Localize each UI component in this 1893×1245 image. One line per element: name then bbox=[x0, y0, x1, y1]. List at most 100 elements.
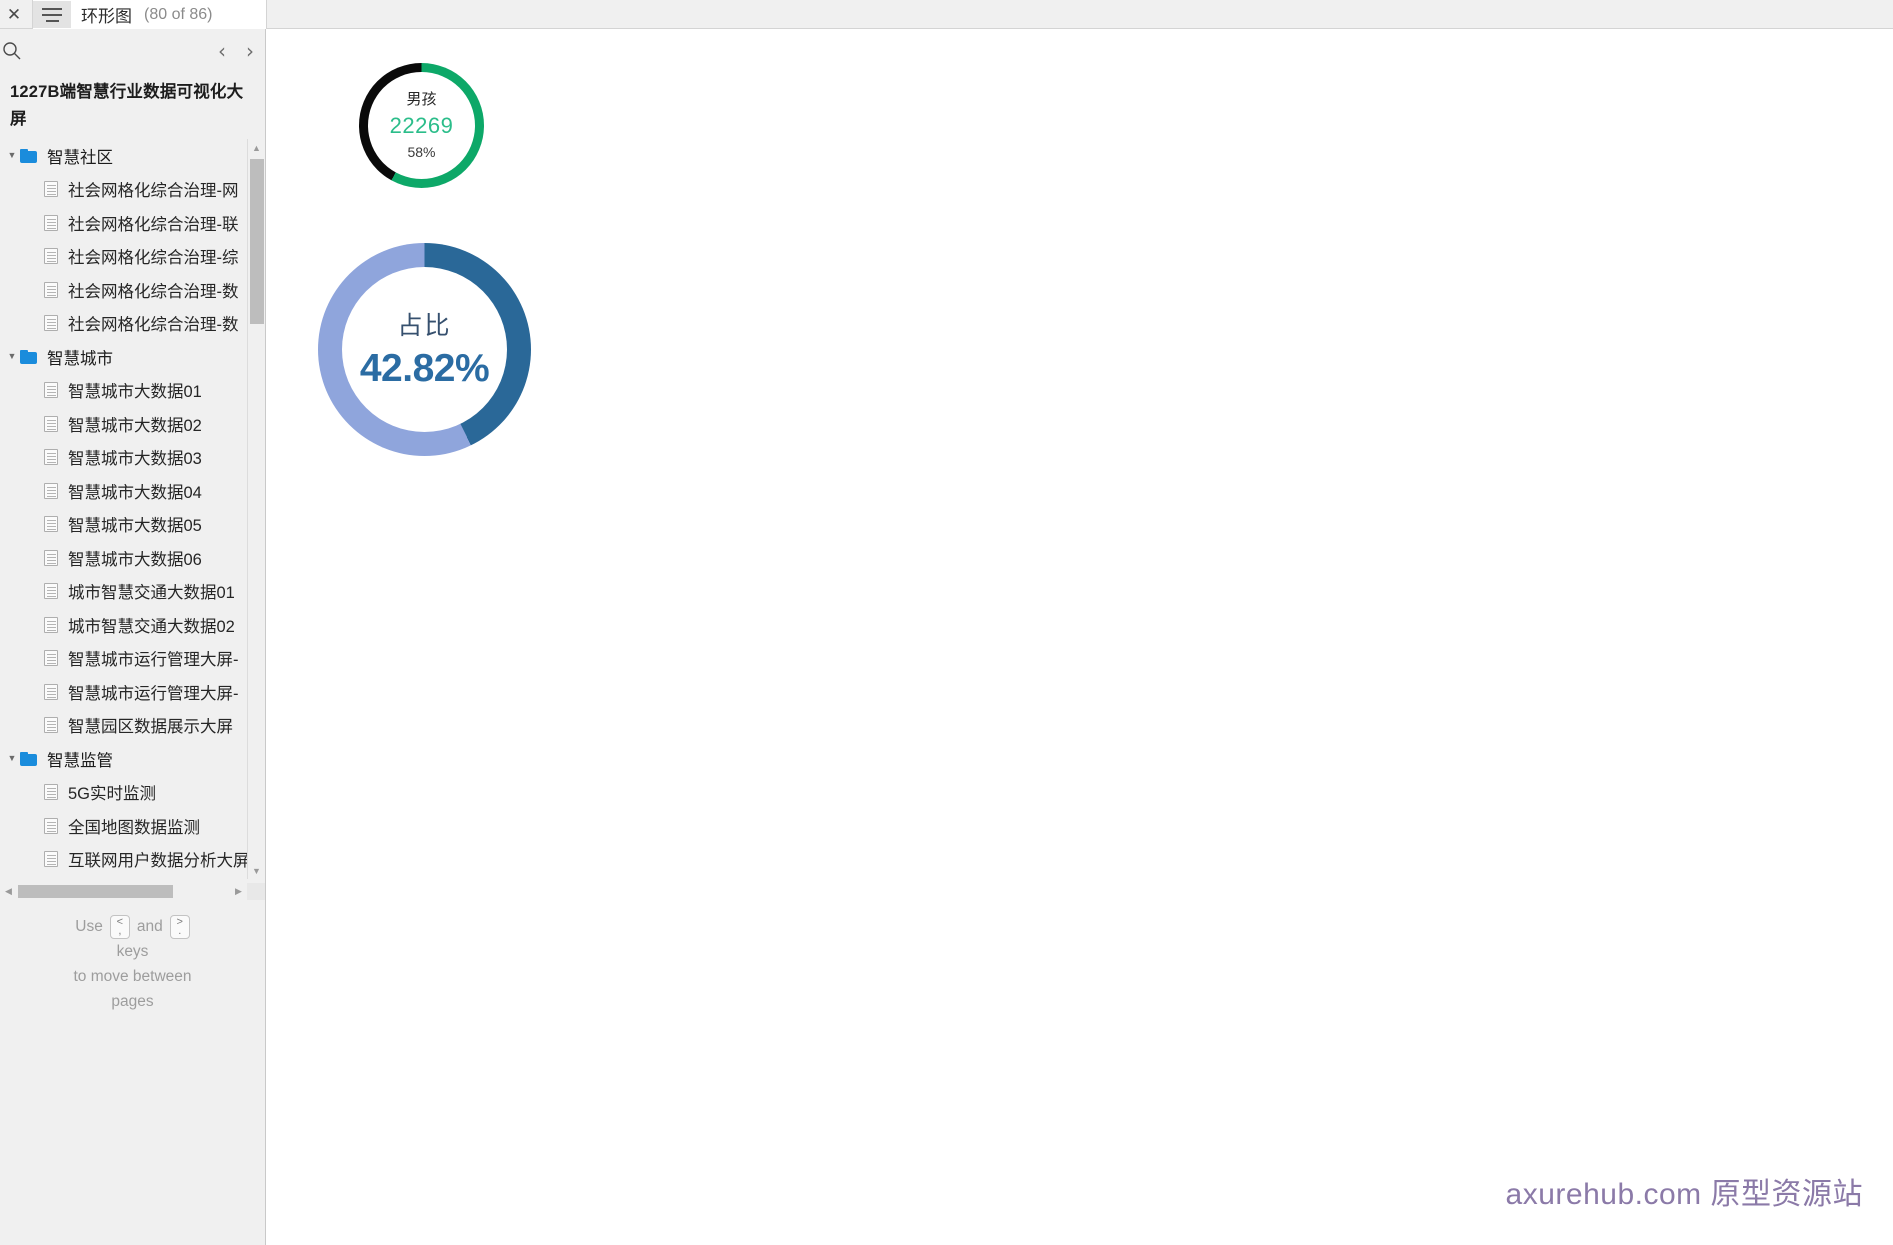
tree-page-label: 智慧城市大数据04 bbox=[68, 483, 202, 502]
page-icon bbox=[44, 516, 58, 533]
tree-page-label: 城市智慧交通大数据01 bbox=[68, 584, 235, 603]
next-page-button[interactable]: › bbox=[238, 38, 262, 64]
tree-page-label: 全国地图数据监测 bbox=[68, 818, 200, 837]
page-tab[interactable]: 环形图 (80 of 86) bbox=[32, 0, 267, 29]
tree-page-row[interactable]: 智慧城市大数据05 bbox=[0, 508, 265, 542]
tree-page-row[interactable]: 5G实时监测 bbox=[0, 776, 265, 810]
tree-page-row[interactable]: 社会网格化综合治理-综 bbox=[0, 240, 265, 274]
folder-icon bbox=[20, 751, 37, 766]
hint-keys-text: keys bbox=[116, 943, 149, 960]
key-prev-bottom: , bbox=[118, 924, 122, 937]
tree-page-row[interactable]: 互联网用户数据分析大屏 bbox=[0, 843, 265, 877]
key-next-bottom: . bbox=[178, 924, 182, 937]
page-tree[interactable]: ▼ 智慧社区 社会网格化综合治理-网 社会网格化综合治理-联 社会网格化综合治理-综 社会… bbox=[0, 139, 265, 879]
chevron-down-icon[interactable]: ▼ bbox=[4, 352, 20, 361]
tree-page-label: 城市智慧交通大数据02 bbox=[68, 617, 235, 636]
page-icon bbox=[44, 717, 58, 734]
tree-vertical-scroll-thumb[interactable] bbox=[250, 159, 264, 324]
page-icon bbox=[44, 382, 58, 399]
tree-folder-row[interactable]: ▼ 智慧监管 bbox=[0, 742, 265, 776]
tree-page-row[interactable]: 全国地图数据监测 bbox=[0, 809, 265, 843]
chevron-down-icon[interactable]: ▼ bbox=[4, 151, 20, 160]
chevron-down-icon[interactable]: ▼ bbox=[4, 754, 20, 763]
scroll-left-icon[interactable]: ◀ bbox=[0, 883, 17, 900]
donut-ratio-ring: 占比 42.82% bbox=[318, 243, 531, 456]
tree-page-label: 5G实时监测 bbox=[68, 785, 157, 804]
hamburger-icon[interactable] bbox=[33, 1, 71, 28]
page-icon bbox=[44, 784, 58, 801]
donut-boys-ring: 男孩 22269 58% bbox=[359, 63, 484, 188]
tree-page-row[interactable]: 城市智慧交通大数据02 bbox=[0, 608, 265, 642]
folder-icon bbox=[20, 349, 37, 364]
window-titlebar: ✕ 环形图 (80 of 86) bbox=[0, 0, 1893, 29]
page-counter: (80 of 86) bbox=[144, 5, 213, 23]
tree-folder-label: 智慧监管 bbox=[47, 751, 113, 770]
tree-page-row[interactable]: 智慧城市大数据02 bbox=[0, 407, 265, 441]
tree-page-label: 智慧城市运行管理大屏- bbox=[68, 684, 239, 703]
folder-icon bbox=[20, 148, 37, 163]
scroll-down-icon[interactable]: ▼ bbox=[248, 862, 265, 879]
tree-page-row[interactable]: 智慧城市大数据06 bbox=[0, 541, 265, 575]
tree-page-row[interactable]: 智慧城市大数据01 bbox=[0, 374, 265, 408]
donut-boys-percent: 58% bbox=[407, 143, 436, 160]
page-icon bbox=[44, 482, 58, 499]
tree-page-label: 互联网用户数据分析大屏 bbox=[68, 852, 250, 871]
keyboard-hint: Use < , and > . keys to move between pag… bbox=[0, 914, 265, 1014]
tree-page-label: 社会网格化综合治理-网 bbox=[68, 182, 239, 201]
tree-page-label: 智慧城市大数据02 bbox=[68, 416, 202, 435]
tree-page-label: 社会网格化综合治理-联 bbox=[68, 215, 239, 234]
scrollbar-corner bbox=[247, 883, 265, 900]
donut-chart-boys: 男孩 22269 58% bbox=[359, 63, 484, 188]
tree-page-row[interactable]: 智慧城市运行管理大屏- bbox=[0, 642, 265, 676]
hint-line3: to move between bbox=[73, 968, 192, 985]
tree-horizontal-scrollbar[interactable]: ◀ ▶ bbox=[0, 883, 265, 900]
tree-page-row[interactable]: 城市智慧交通大数据01 bbox=[0, 575, 265, 609]
tree-page-row[interactable]: 智慧城市大数据04 bbox=[0, 474, 265, 508]
tree-page-label: 社会网格化综合治理-综 bbox=[68, 249, 239, 268]
tree-folder-label: 智慧城市 bbox=[47, 349, 113, 368]
tree-page-row[interactable]: 社会网格化综合治理-联 bbox=[0, 206, 265, 240]
tree-vertical-scrollbar[interactable]: ▲ ▼ bbox=[247, 139, 264, 879]
scroll-right-icon[interactable]: ▶ bbox=[230, 883, 247, 900]
page-icon bbox=[44, 415, 58, 432]
page-icon bbox=[44, 315, 58, 332]
page-icon bbox=[44, 817, 58, 834]
tree-page-row[interactable]: 社会网格化综合治理-数 bbox=[0, 273, 265, 307]
tree-page-label: 智慧城市运行管理大屏- bbox=[68, 651, 239, 670]
tree-page-row[interactable]: 智慧城市大数据03 bbox=[0, 441, 265, 475]
page-title: 环形图 bbox=[81, 7, 132, 26]
close-button[interactable]: ✕ bbox=[0, 0, 28, 28]
tree-folder-row[interactable]: ▼ 智慧城市 bbox=[0, 340, 265, 374]
key-prev[interactable]: < , bbox=[109, 914, 130, 939]
search-icon[interactable] bbox=[2, 41, 22, 61]
page-icon bbox=[44, 616, 58, 633]
tree-folder-label: 智慧社区 bbox=[47, 148, 113, 167]
scroll-up-icon[interactable]: ▲ bbox=[248, 139, 265, 156]
donut-boys-center: 男孩 22269 58% bbox=[368, 72, 475, 179]
project-title: 1227B端智慧行业数据可视化大屏 bbox=[10, 83, 244, 128]
prev-page-button[interactable]: ‹ bbox=[210, 38, 234, 64]
donut-chart-ratio: 占比 42.82% bbox=[318, 243, 531, 456]
tree-folder-row[interactable]: ▼ 智慧社区 bbox=[0, 139, 265, 173]
page-icon bbox=[44, 281, 58, 298]
tree-page-row[interactable]: 智慧城市运行管理大屏- bbox=[0, 675, 265, 709]
tree-page-row[interactable]: 智慧园区数据展示大屏 bbox=[0, 709, 265, 743]
page-icon bbox=[44, 583, 58, 600]
donut-ratio-title: 占比 bbox=[397, 311, 452, 340]
tree-page-row[interactable]: 社会网格化综合治理-数 bbox=[0, 307, 265, 341]
donut-boys-value: 22269 bbox=[389, 112, 454, 138]
page-icon bbox=[44, 449, 58, 466]
tree-page-label: 智慧园区数据展示大屏 bbox=[68, 718, 233, 737]
tree-page-label: 社会网格化综合治理-数 bbox=[68, 316, 239, 335]
page-icon bbox=[44, 181, 58, 198]
donut-boys-title: 男孩 bbox=[406, 90, 437, 108]
page-icon bbox=[44, 683, 58, 700]
tree-page-row[interactable]: 社会网格化综合治理-网 bbox=[0, 173, 265, 207]
tree-horizontal-scroll-thumb[interactable] bbox=[18, 885, 173, 898]
page-icon bbox=[44, 214, 58, 231]
hint-and-text: and bbox=[136, 918, 163, 935]
key-next[interactable]: > . bbox=[169, 914, 190, 939]
watermark: axurehub.com 原型资源站 bbox=[1505, 1178, 1863, 1211]
page-icon bbox=[44, 248, 58, 265]
hint-line4: pages bbox=[111, 993, 154, 1010]
